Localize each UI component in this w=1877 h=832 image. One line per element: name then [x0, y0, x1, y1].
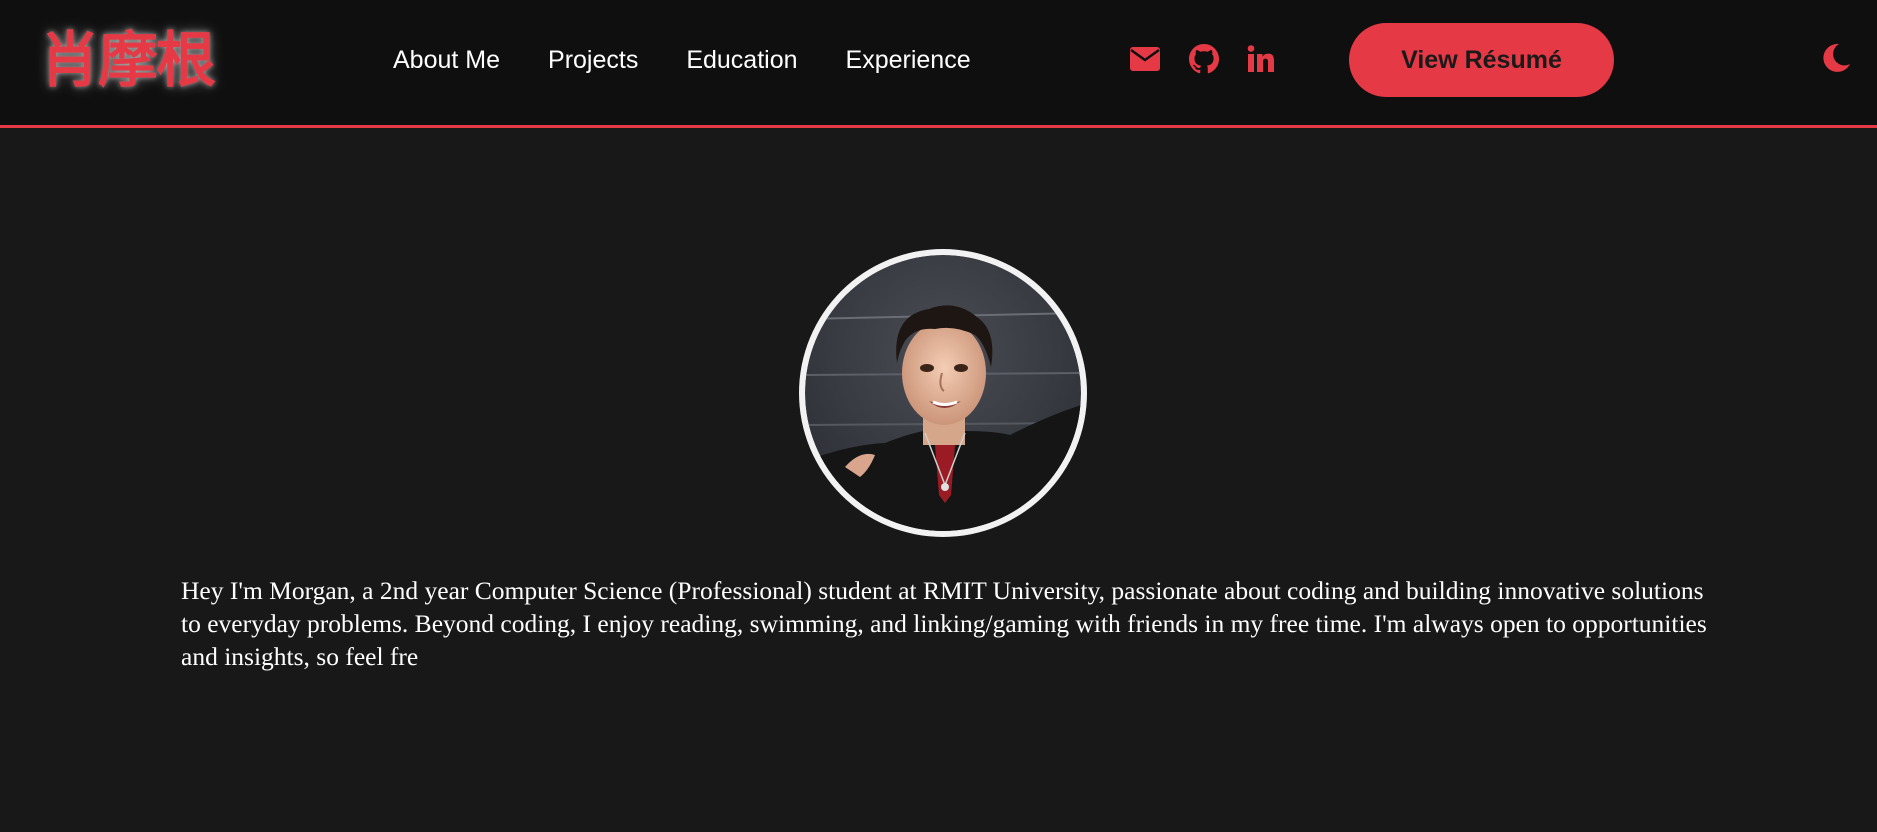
profile-bio: Hey I'm Morgan, a 2nd year Computer Scie… — [181, 576, 1707, 671]
nav-link-education[interactable]: Education — [686, 44, 797, 76]
nav-link-experience[interactable]: Experience — [846, 44, 971, 76]
view-resume-button[interactable]: View Résumé — [1349, 23, 1614, 97]
profile-avatar — [805, 255, 1081, 531]
nav-link-projects[interactable]: Projects — [548, 44, 638, 76]
linkedin-link[interactable] — [1244, 42, 1278, 76]
github-link[interactable] — [1187, 42, 1221, 76]
nav-link-about-me[interactable]: About Me — [393, 44, 500, 76]
linkedin-icon — [1247, 45, 1274, 72]
nav-links: About Me Projects Education Experience — [393, 44, 971, 76]
profile-avatar-frame — [799, 249, 1087, 537]
theme-toggle-button[interactable] — [1820, 42, 1854, 76]
envelope-icon — [1130, 47, 1160, 71]
github-icon — [1189, 44, 1219, 74]
site-logo[interactable]: 肖摩根 — [40, 26, 216, 96]
navbar: 肖摩根 About Me Projects Education Experien… — [0, 0, 1877, 128]
moon-icon — [1823, 43, 1850, 72]
email-link[interactable] — [1128, 42, 1162, 76]
